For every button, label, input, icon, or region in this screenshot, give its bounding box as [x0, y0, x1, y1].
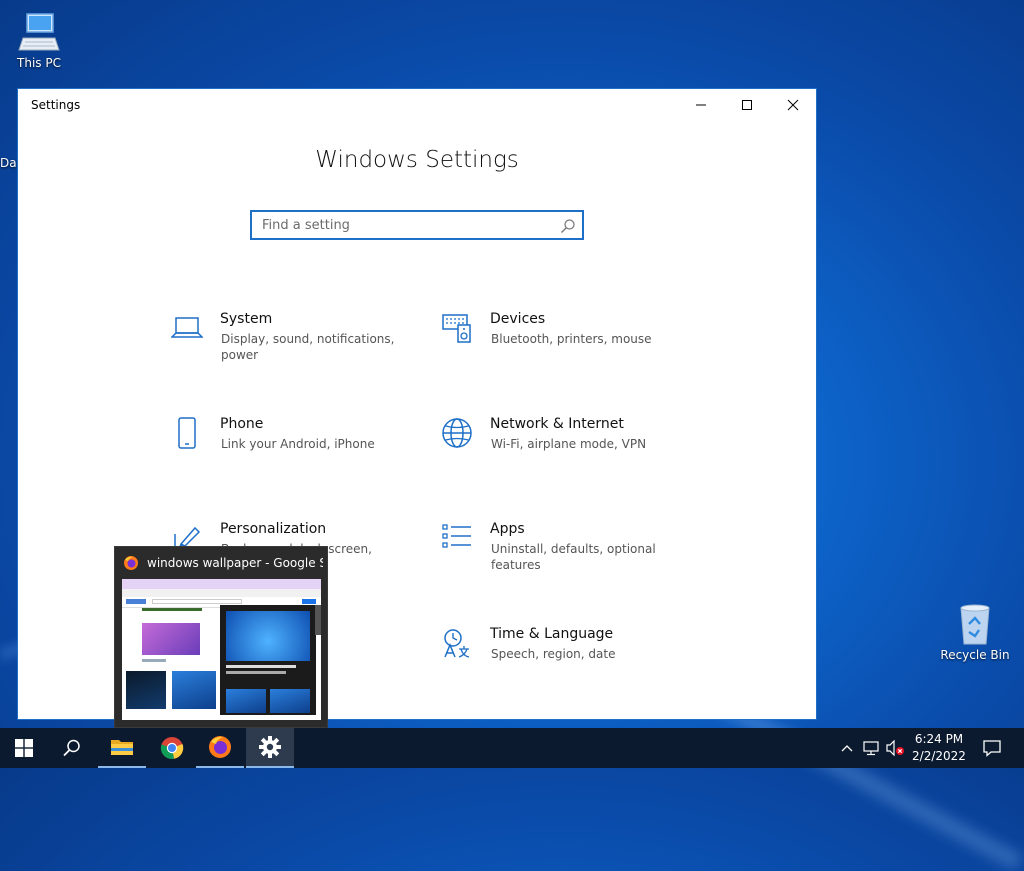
- preview-thumbnail: [122, 579, 321, 720]
- category-description: Display, sound, notifications, power: [221, 332, 395, 362]
- desktop-icon-label: This PC: [17, 56, 61, 70]
- category-title: Phone: [220, 416, 264, 432]
- phone-icon: [178, 417, 196, 449]
- close-button[interactable]: [770, 89, 816, 121]
- clock-time: 6:24 PM: [914, 732, 964, 746]
- clock-date: 2/2/2022: [912, 749, 966, 763]
- category-devices[interactable]: Devices Bluetooth, printers, mouse: [440, 311, 680, 381]
- taskbar-clock[interactable]: 6:24 PM 2/2/2022: [906, 731, 972, 765]
- show-hidden-icons-button[interactable]: [838, 728, 856, 768]
- action-center-button[interactable]: [978, 728, 1006, 768]
- chevron-up-icon: [841, 745, 853, 752]
- maximize-icon: [742, 100, 752, 110]
- volume-tray-button[interactable]: [884, 728, 906, 768]
- desktop-icon-label: Recycle Bin: [940, 648, 1010, 662]
- category-phone[interactable]: Phone Link your Android, iPhone: [170, 416, 410, 486]
- category-system[interactable]: System Display, sound, notifications, po…: [170, 311, 410, 381]
- page-title: Windows Settings: [315, 147, 519, 173]
- minimize-icon: [696, 104, 706, 106]
- category-title: Time & Language: [490, 626, 614, 642]
- category-title: Personalization: [220, 521, 327, 537]
- search-icon[interactable]: [560, 218, 576, 234]
- keyboard-speaker-icon: [442, 314, 471, 343]
- desktop-icon-partial-label: Da: [0, 156, 17, 170]
- gear-icon: [259, 736, 281, 758]
- category-title: Apps: [490, 521, 525, 537]
- search-button[interactable]: [48, 728, 96, 768]
- notification-icon: [983, 740, 1001, 757]
- category-description: Wi-Fi, airplane mode, VPN: [491, 437, 647, 451]
- desktop-icon-recycle-bin[interactable]: Recycle Bin: [938, 602, 1012, 662]
- category-description: Bluetooth, printers, mouse: [491, 332, 652, 346]
- taskbar: 6:24 PM 2/2/2022: [0, 728, 1024, 768]
- category-description: Speech, region, date: [491, 647, 616, 661]
- laptop-icon: [171, 317, 203, 338]
- network-tray-button[interactable]: [860, 728, 882, 768]
- search-input[interactable]: [252, 212, 562, 238]
- recycle-bin-icon: [960, 604, 990, 645]
- taskbar-window-preview[interactable]: windows wallpaper - Google Se...: [114, 546, 328, 728]
- settings-button[interactable]: [246, 728, 294, 768]
- file-explorer-button[interactable]: [98, 728, 146, 768]
- category-description: Uninstall, defaults, optional features: [491, 542, 656, 572]
- category-apps[interactable]: Apps Uninstall, defaults, optional featu…: [440, 521, 680, 591]
- category-title: System: [220, 311, 273, 327]
- volume-muted-icon: [886, 740, 904, 756]
- category-time-language[interactable]: Time & Language Speech, region, date: [440, 626, 680, 696]
- firefox-button[interactable]: [196, 728, 244, 768]
- globe-icon: [442, 418, 472, 448]
- category-title: Network & Internet: [490, 416, 624, 432]
- close-icon: [787, 99, 799, 111]
- apps-list-icon: [442, 524, 471, 548]
- chrome-icon: [160, 737, 184, 759]
- start-button[interactable]: [0, 728, 48, 768]
- folder-icon: [111, 740, 133, 755]
- minimize-button[interactable]: [678, 89, 724, 121]
- firefox-icon: [124, 556, 138, 570]
- windows-logo-icon: [15, 739, 33, 757]
- search-icon: [63, 739, 80, 757]
- time-language-icon: [444, 629, 470, 658]
- category-description: Link your Android, iPhone: [221, 437, 375, 451]
- window-title: Settings: [31, 98, 81, 112]
- maximize-button[interactable]: [724, 89, 770, 121]
- firefox-icon: [209, 736, 231, 758]
- category-title: Devices: [490, 311, 546, 327]
- settings-search: [250, 210, 584, 240]
- preview-title: windows wallpaper - Google Se...: [147, 556, 323, 570]
- network-icon: [863, 741, 879, 756]
- window-titlebar[interactable]: Settings: [18, 89, 816, 121]
- desktop-icon-this-pc[interactable]: This PC: [2, 10, 76, 70]
- computer-icon: [18, 13, 60, 51]
- category-network-internet[interactable]: Network & Internet Wi-Fi, airplane mode,…: [440, 416, 680, 486]
- chrome-button[interactable]: [148, 728, 196, 768]
